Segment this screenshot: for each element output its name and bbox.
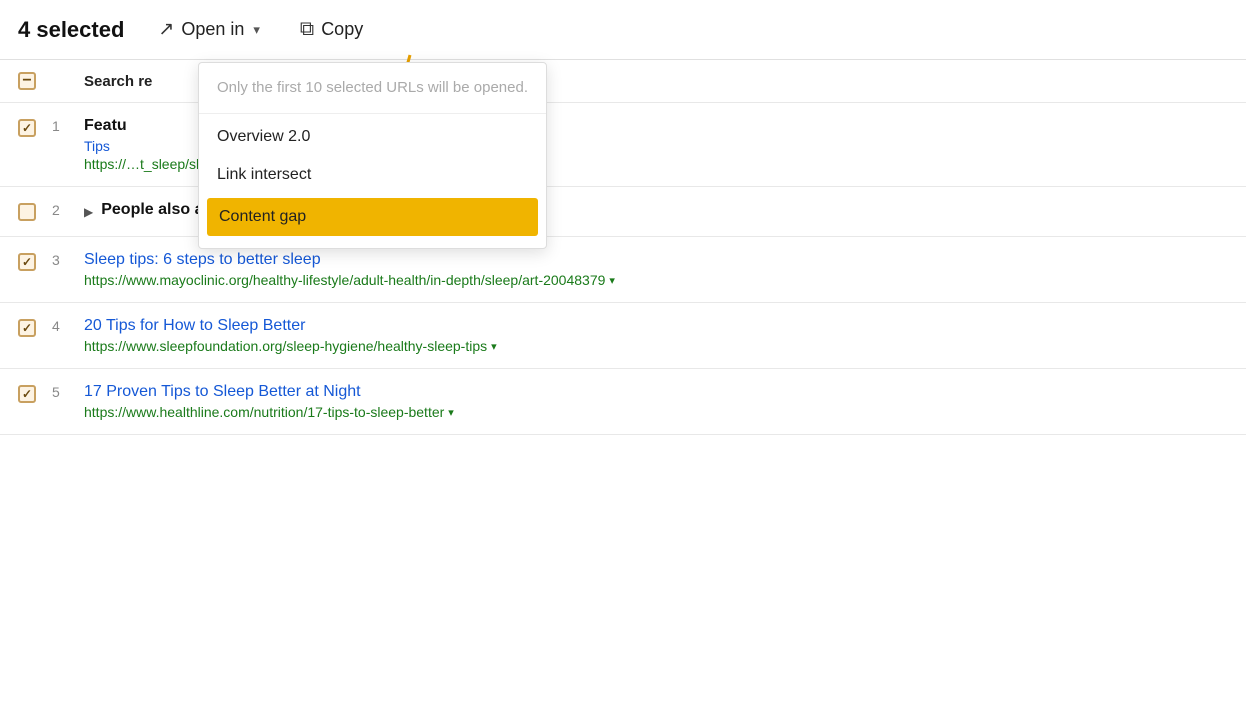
row-2-number: 2 bbox=[52, 201, 84, 218]
row-4-title[interactable]: 20 Tips for How to Sleep Better bbox=[84, 317, 1228, 335]
row-1-checkbox[interactable] bbox=[18, 119, 36, 137]
table-row: 3 Sleep tips: 6 steps to better sleep ht… bbox=[0, 237, 1246, 303]
toolbar: 4 selected ↗︎ Open in ▾ ⧉ Copy Only the … bbox=[0, 0, 1246, 60]
dropdown-item-link-intersect[interactable]: Link intersect bbox=[199, 156, 546, 194]
copy-label: Copy bbox=[321, 19, 363, 40]
row-3-url[interactable]: https://www.mayoclinic.org/healthy-lifes… bbox=[84, 272, 1228, 288]
table-row: 1 Featu Tips https://…t_sleep/sleep_hygi… bbox=[0, 103, 1246, 187]
select-all-checkbox[interactable] bbox=[18, 72, 36, 90]
row-3-content: Sleep tips: 6 steps to better sleep http… bbox=[84, 251, 1228, 288]
chevron-down-icon: ▾ bbox=[253, 22, 260, 38]
row-4-content: 20 Tips for How to Sleep Better https://… bbox=[84, 317, 1228, 354]
row-5-checkbox[interactable] bbox=[18, 385, 36, 403]
dropdown-item-overview[interactable]: Overview 2.0 bbox=[199, 118, 546, 156]
open-in-label: Open in bbox=[181, 19, 244, 40]
row-2-checkbox[interactable] bbox=[18, 203, 36, 221]
row-4-url[interactable]: https://www.sleepfoundation.org/sleep-hy… bbox=[84, 338, 1228, 354]
url-chevron-icon: ▾ bbox=[609, 274, 615, 287]
open-in-dropdown: Only the first 10 selected URLs will be … bbox=[198, 62, 547, 249]
row-5-number: 5 bbox=[52, 383, 84, 400]
row-3-number: 3 bbox=[52, 251, 84, 268]
url-chevron-icon: ▾ bbox=[491, 340, 497, 353]
copy-icon: ⧉ bbox=[300, 18, 314, 41]
row-1-number: 1 bbox=[52, 117, 84, 134]
open-in-icon: ↗︎ bbox=[158, 18, 174, 41]
row-4-number: 4 bbox=[52, 317, 84, 334]
row-3-checkbox[interactable] bbox=[18, 253, 36, 271]
results-table: Search re 1 Featu Tips https://…t_sleep/… bbox=[0, 60, 1246, 435]
open-in-button[interactable]: ↗︎ Open in ▾ bbox=[152, 14, 266, 45]
column-header-search-results: Search re bbox=[84, 73, 152, 90]
dropdown-hint: Only the first 10 selected URLs will be … bbox=[199, 63, 546, 114]
row-5-url[interactable]: https://www.healthline.com/nutrition/17-… bbox=[84, 404, 1228, 420]
table-row: 5 17 Proven Tips to Sleep Better at Nigh… bbox=[0, 369, 1246, 435]
selected-count: 4 selected bbox=[18, 17, 124, 43]
url-chevron-icon: ▾ bbox=[448, 406, 454, 419]
table-row: 4 20 Tips for How to Sleep Better https:… bbox=[0, 303, 1246, 369]
expand-icon[interactable]: ▶ bbox=[84, 205, 93, 219]
table-header-row: Search re bbox=[0, 60, 1246, 103]
dropdown-item-content-gap[interactable]: Content gap bbox=[207, 198, 538, 236]
row-5-title[interactable]: 17 Proven Tips to Sleep Better at Night bbox=[84, 383, 1228, 401]
copy-button[interactable]: ⧉ Copy bbox=[294, 14, 369, 45]
row-4-checkbox[interactable] bbox=[18, 319, 36, 337]
table-row: 2 ▶ People also ask bbox=[0, 187, 1246, 237]
row-3-title[interactable]: Sleep tips: 6 steps to better sleep bbox=[84, 251, 1228, 269]
row-5-content: 17 Proven Tips to Sleep Better at Night … bbox=[84, 383, 1228, 420]
